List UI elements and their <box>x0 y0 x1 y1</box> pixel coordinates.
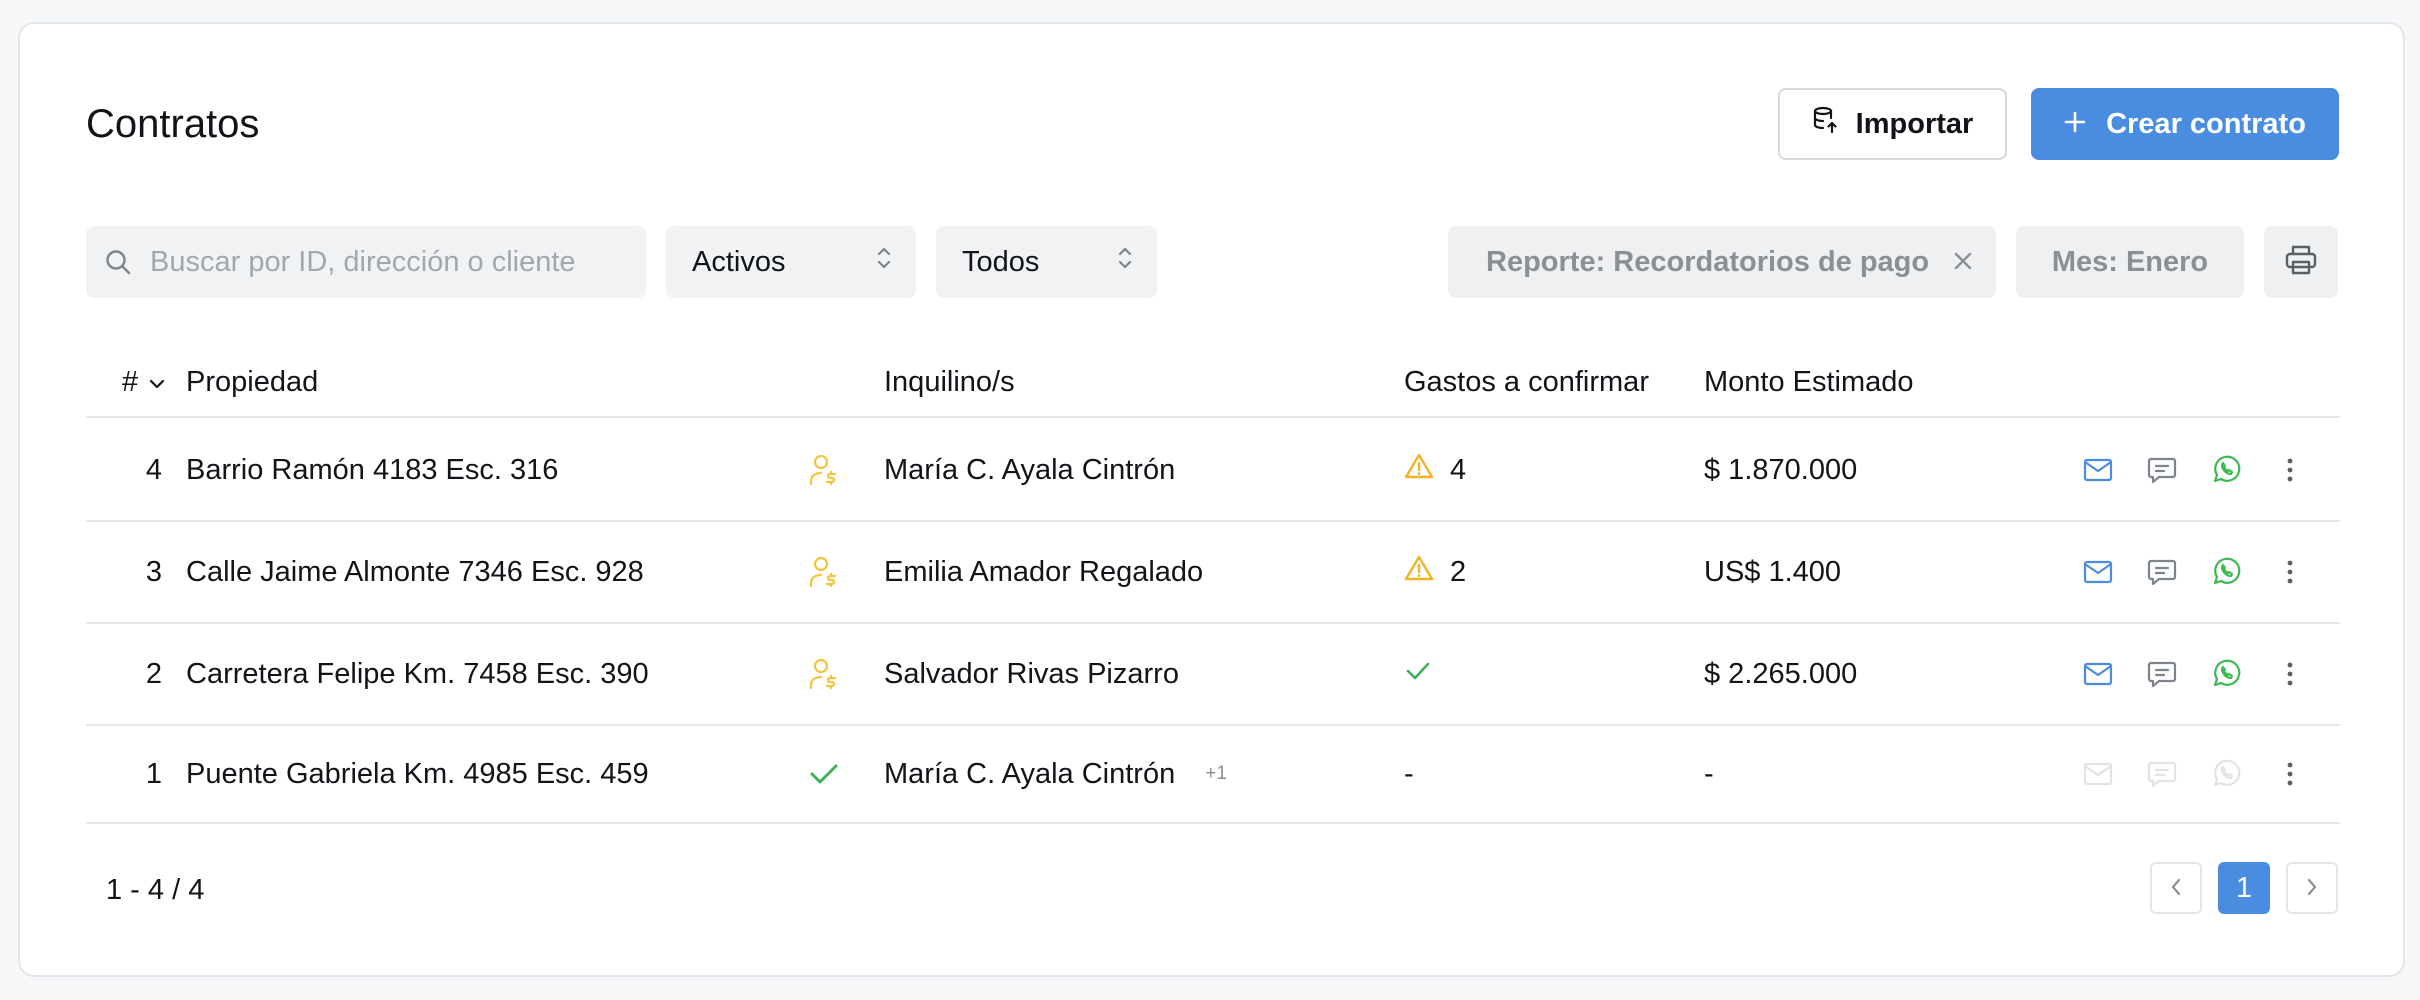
column-header-amount[interactable]: Monto Estimado <box>1704 366 1914 399</box>
more-vertical-icon[interactable] <box>2258 661 2322 687</box>
table-row[interactable]: 2 Carretera Felipe Km. 7458 Esc. 390 Sal… <box>86 624 2340 726</box>
chevron-down-icon <box>148 366 166 399</box>
more-vertical-icon[interactable] <box>2258 457 2322 483</box>
table-row[interactable]: 4 Barrio Ramón 4183 Esc. 316 María C. Ay… <box>86 420 2340 522</box>
type-select[interactable]: Todos <box>936 226 1157 298</box>
month-filter-label: Mes: Enero <box>2051 245 2209 278</box>
chat-icon[interactable] <box>2130 558 2194 586</box>
row-number: 3 <box>145 555 162 588</box>
row-actions <box>2066 624 2322 724</box>
warning-icon <box>1404 554 1434 590</box>
column-header-property[interactable]: Propiedad <box>186 366 318 399</box>
more-vertical-icon[interactable] <box>2258 761 2322 787</box>
mail-icon <box>2066 762 2130 786</box>
estimated-amount: $ 2.265.000 <box>1704 657 1858 690</box>
printer-icon <box>2284 244 2318 281</box>
expenses-count: - <box>1404 757 1414 790</box>
whatsapp-icon[interactable] <box>2194 557 2258 587</box>
estimated-amount: $ 1.870.000 <box>1704 453 1858 486</box>
page-title: Contratos <box>86 102 260 146</box>
search-input[interactable] <box>150 245 610 279</box>
type-select-value: Todos <box>962 245 1040 278</box>
more-vertical-icon[interactable] <box>2258 559 2322 585</box>
status-select[interactable]: Activos <box>666 226 916 298</box>
tenant-name: Salvador Rivas Pizarro <box>884 657 1179 690</box>
property-address: Calle Jaime Almonte 7346 Esc. 928 <box>186 555 644 588</box>
user-dollar-icon <box>804 624 844 724</box>
whatsapp-icon <box>2194 759 2258 789</box>
mail-icon[interactable] <box>2066 458 2130 482</box>
previous-page-button[interactable] <box>2150 862 2202 914</box>
search-box <box>86 226 646 298</box>
whatsapp-icon[interactable] <box>2194 659 2258 689</box>
column-header-num-label: # <box>122 366 139 398</box>
expenses-cell: - <box>1404 726 1414 822</box>
expenses-cell: 4 <box>1404 420 1466 520</box>
column-header-tenants[interactable]: Inquilino/s <box>884 366 1015 399</box>
print-button[interactable] <box>2264 226 2338 298</box>
tenant-cell: María C. Ayala Cintrón <box>884 420 1175 520</box>
expenses-count: 2 <box>1450 555 1467 588</box>
warning-icon <box>1404 452 1434 488</box>
tenant-name: Emilia Amador Regalado <box>884 555 1204 588</box>
contracts-card: Contratos Importar Crear contrato Activo… <box>18 22 2405 977</box>
pagination-range: 1 - 4 / 4 <box>106 874 205 906</box>
check-icon <box>1404 658 1432 691</box>
tenant-name: María C. Ayala Cintrón <box>884 757 1176 790</box>
expenses-cell <box>1404 624 1432 724</box>
user-dollar-icon <box>804 420 844 520</box>
check-icon <box>804 726 844 822</box>
database-upload-icon <box>1812 106 1838 142</box>
search-icon <box>104 248 132 276</box>
property-address: Barrio Ramón 4183 Esc. 316 <box>186 453 559 486</box>
row-number: 4 <box>145 453 162 486</box>
tenant-cell: Salvador Rivas Pizarro <box>884 624 1179 724</box>
import-label: Importar <box>1855 107 1974 140</box>
mail-icon[interactable] <box>2066 560 2130 584</box>
create-contract-button[interactable]: Crear contrato <box>2031 88 2339 160</box>
tenant-cell: María C. Ayala Cintrón +1 <box>884 726 1227 822</box>
user-dollar-icon <box>804 522 844 622</box>
create-contract-label: Crear contrato <box>2106 107 2306 140</box>
chat-icon[interactable] <box>2130 456 2194 484</box>
chevron-left-icon <box>2169 872 2183 905</box>
row-actions <box>2066 726 2322 822</box>
estimated-amount: US$ 1.400 <box>1704 555 1842 588</box>
row-number: 1 <box>145 757 162 790</box>
chat-icon[interactable] <box>2130 660 2194 688</box>
tenant-name: María C. Ayala Cintrón <box>884 453 1176 486</box>
report-filter-chip[interactable]: Reporte: Recordatorios de pago <box>1448 226 1996 298</box>
close-icon[interactable] <box>1952 250 1974 272</box>
status-select-value: Activos <box>692 245 786 278</box>
month-filter-chip[interactable]: Mes: Enero <box>2016 226 2244 298</box>
plus-icon <box>2064 108 2086 141</box>
report-filter-label: Reporte: Recordatorios de pago <box>1486 245 1930 278</box>
column-header-num[interactable]: # <box>122 366 166 399</box>
tenant-cell: Emilia Amador Regalado <box>884 522 1203 622</box>
estimated-amount: - <box>1704 757 1714 790</box>
table-header: # Propiedad Inquilino/s Gastos a confirm… <box>86 354 2340 418</box>
table-row[interactable]: 1 Puente Gabriela Km. 4985 Esc. 459 Marí… <box>86 726 2340 824</box>
row-number: 2 <box>145 657 162 690</box>
row-actions <box>2066 522 2322 622</box>
property-address: Carretera Felipe Km. 7458 Esc. 390 <box>186 657 649 690</box>
table-row[interactable]: 3 Calle Jaime Almonte 7346 Esc. 928 Emil… <box>86 522 2340 624</box>
page-button-current[interactable]: 1 <box>2218 862 2270 914</box>
next-page-button[interactable] <box>2286 862 2338 914</box>
property-address: Puente Gabriela Km. 4985 Esc. 459 <box>186 757 649 790</box>
expenses-count: 4 <box>1450 453 1467 486</box>
chevron-up-down-icon <box>1117 245 1133 279</box>
chevron-up-down-icon <box>876 245 892 279</box>
expenses-cell: 2 <box>1404 522 1466 622</box>
chat-icon <box>2130 760 2194 788</box>
additional-tenants-badge[interactable]: +1 <box>1205 763 1227 785</box>
row-actions <box>2066 420 2322 520</box>
column-header-expenses[interactable]: Gastos a confirmar <box>1404 366 1649 399</box>
mail-icon[interactable] <box>2066 662 2130 686</box>
whatsapp-icon[interactable] <box>2194 455 2258 485</box>
import-button[interactable]: Importar <box>1778 88 2007 160</box>
chevron-right-icon <box>2305 872 2319 905</box>
